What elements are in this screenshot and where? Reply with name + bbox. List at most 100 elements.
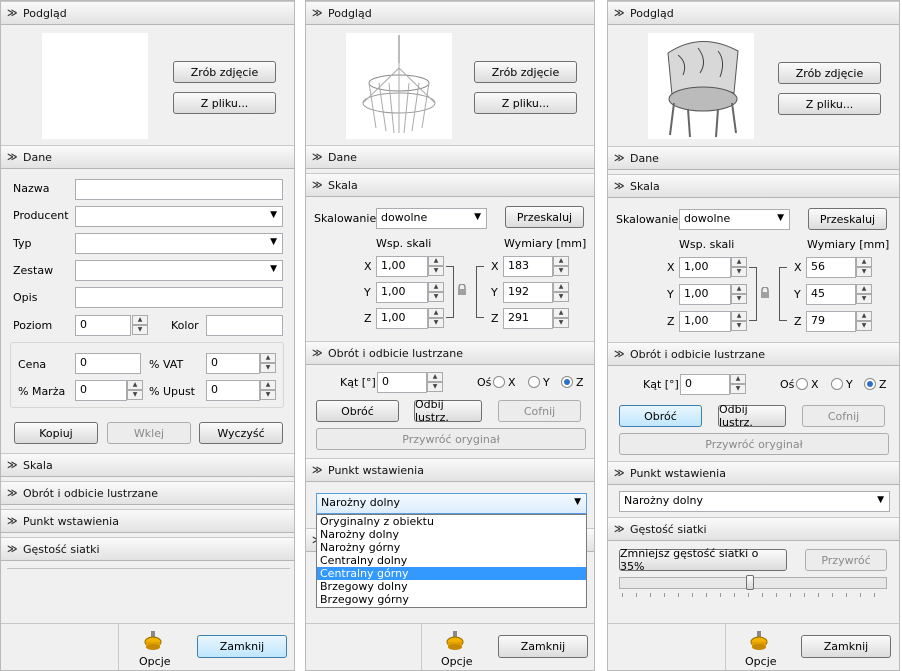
arrow-down-icon[interactable]: ▼ xyxy=(731,267,747,277)
undo-button[interactable]: Cofnij xyxy=(802,405,885,427)
dim-y-spinner[interactable]: ▲ ▼ xyxy=(553,282,569,303)
arrow-up-icon[interactable]: ▲ xyxy=(553,282,569,292)
lock-icon[interactable] xyxy=(760,286,770,299)
margin-input[interactable]: 0 xyxy=(75,380,127,401)
undo-button[interactable]: Cofnij xyxy=(498,400,581,422)
dim-y-spinner[interactable]: ▲ ▼ xyxy=(856,284,872,305)
section-data-header[interactable]: ≫ Dane xyxy=(306,145,594,169)
dim-x-spinner[interactable]: ▲ ▼ xyxy=(856,257,872,278)
set-select[interactable]: ▼ xyxy=(75,260,283,281)
arrow-up-icon[interactable]: ▲ xyxy=(260,353,276,363)
close-button[interactable]: Zamknij xyxy=(498,635,588,658)
scaling-select[interactable]: dowolne ▼ xyxy=(679,209,790,230)
margin-spinner[interactable]: ▲ ▼ xyxy=(127,380,143,401)
restore-density-button[interactable]: Przywróć xyxy=(805,549,887,571)
section-mesh-header[interactable]: ≫ Gęstość siatki xyxy=(1,537,294,561)
discount-spinner[interactable]: ▲ ▼ xyxy=(260,380,276,401)
radio-icon[interactable] xyxy=(831,378,843,390)
rescale-button[interactable]: Przeskaluj xyxy=(808,208,887,230)
name-input[interactable] xyxy=(75,179,283,200)
close-button[interactable]: Zamknij xyxy=(801,635,891,658)
arrow-up-icon[interactable]: ▲ xyxy=(428,282,444,292)
description-input[interactable] xyxy=(75,287,283,308)
arrow-up-icon[interactable]: ▲ xyxy=(127,380,143,390)
mirror-button[interactable]: Odbij lustrz. xyxy=(718,403,786,429)
dim-z-input[interactable]: 79 xyxy=(806,311,856,332)
restore-original-button[interactable]: Przywróć oryginał xyxy=(619,433,889,455)
options-label[interactable]: Opcje xyxy=(441,655,473,668)
rotate-button[interactable]: Obróć xyxy=(619,405,702,427)
level-spinner[interactable]: ▲ ▼ xyxy=(132,315,148,336)
insertion-select[interactable]: Narożny dolny ▼ xyxy=(619,491,890,512)
dim-z-spinner[interactable]: ▲ ▼ xyxy=(856,311,872,332)
arrow-down-icon[interactable]: ▼ xyxy=(856,267,872,277)
discount-input[interactable]: 0 xyxy=(206,380,260,401)
dropdown-option-selected[interactable]: Centralny górny xyxy=(317,567,586,580)
mirror-button[interactable]: Odbij lustrz. xyxy=(414,398,482,424)
arrow-down-icon[interactable]: ▼ xyxy=(428,266,444,276)
arrow-up-icon[interactable]: ▲ xyxy=(856,257,872,267)
section-rotate-header[interactable]: ≫ Obrót i odbicie lustrzane xyxy=(608,342,899,366)
vat-spinner[interactable]: ▲ ▼ xyxy=(260,353,276,374)
level-input[interactable]: 0 xyxy=(75,315,131,336)
radio-selected-icon[interactable] xyxy=(561,376,573,388)
vat-input[interactable]: 0 xyxy=(206,353,260,374)
radio-icon[interactable] xyxy=(796,378,808,390)
radio-icon[interactable] xyxy=(493,376,505,388)
angle-input[interactable]: 0 xyxy=(377,372,427,393)
section-scale-header[interactable]: ≫ Skala xyxy=(608,174,899,198)
clear-button[interactable]: Wyczyść xyxy=(199,422,283,444)
lock-icon[interactable] xyxy=(457,283,467,296)
axis-y-radio[interactable]: Y xyxy=(528,376,550,389)
arrow-down-icon[interactable]: ▼ xyxy=(856,321,872,331)
scale-x-input[interactable]: 1,00 xyxy=(376,256,428,277)
take-photo-button[interactable]: Zrób zdjęcie xyxy=(173,61,276,83)
axis-x-radio[interactable]: X xyxy=(493,376,516,389)
scaling-select[interactable]: dowolne ▼ xyxy=(376,208,487,229)
options-label[interactable]: Opcje xyxy=(139,655,171,668)
angle-spinner[interactable]: ▲ ▼ xyxy=(427,372,443,393)
dim-x-spinner[interactable]: ▲ ▼ xyxy=(553,256,569,277)
arrow-up-icon[interactable]: ▲ xyxy=(856,311,872,321)
arrow-up-icon[interactable]: ▲ xyxy=(553,256,569,266)
take-photo-button[interactable]: Zrób zdjęcie xyxy=(778,62,881,84)
arrow-up-icon[interactable]: ▲ xyxy=(428,308,444,318)
rotate-button[interactable]: Obróć xyxy=(316,400,399,422)
price-input[interactable]: 0 xyxy=(75,353,141,374)
scale-z-spinner[interactable]: ▲ ▼ xyxy=(731,311,747,332)
arrow-down-icon[interactable]: ▼ xyxy=(553,266,569,276)
insertion-select[interactable]: Narożny dolny ▼ xyxy=(316,493,587,514)
insertion-dropdown-list[interactable]: Oryginalny z obiektu Narożny dolny Naroż… xyxy=(316,514,587,608)
angle-input[interactable]: 0 xyxy=(680,374,730,395)
section-mesh-header[interactable]: ≫ Gęstość siatki xyxy=(608,517,899,541)
arrow-up-icon[interactable]: ▲ xyxy=(731,284,747,294)
arrow-down-icon[interactable]: ▼ xyxy=(730,384,746,394)
color-input[interactable] xyxy=(206,315,283,336)
section-insertion-header[interactable]: ≫ Punkt wstawienia xyxy=(1,509,294,533)
axis-y-radio[interactable]: Y xyxy=(831,378,853,391)
arrow-down-icon[interactable]: ▼ xyxy=(553,292,569,302)
arrow-down-icon[interactable]: ▼ xyxy=(260,390,276,400)
close-button[interactable]: Zamknij xyxy=(197,635,287,658)
arrow-down-icon[interactable]: ▼ xyxy=(731,294,747,304)
section-scale-header[interactable]: ≫ Skala xyxy=(1,453,294,477)
dropdown-option[interactable]: Oryginalny z obiektu xyxy=(317,515,586,528)
radio-icon[interactable] xyxy=(528,376,540,388)
section-rotate-header[interactable]: ≫ Obrót i odbicie lustrzane xyxy=(306,341,594,365)
arrow-down-icon[interactable]: ▼ xyxy=(553,318,569,328)
restore-original-button[interactable]: Przywróć oryginał xyxy=(316,428,586,450)
arrow-down-icon[interactable]: ▼ xyxy=(428,292,444,302)
arrow-up-icon[interactable]: ▲ xyxy=(731,257,747,267)
arrow-down-icon[interactable]: ▼ xyxy=(428,318,444,328)
arrow-down-icon[interactable]: ▼ xyxy=(731,321,747,331)
dropdown-option[interactable]: Narożny górny xyxy=(317,541,586,554)
scale-x-spinner[interactable]: ▲ ▼ xyxy=(428,256,444,277)
arrow-up-icon[interactable]: ▲ xyxy=(553,308,569,318)
paste-button[interactable]: Wklej xyxy=(107,422,191,444)
axis-z-radio[interactable]: Z xyxy=(864,378,887,391)
options-plug-icon[interactable] xyxy=(142,630,164,652)
section-rotate-header[interactable]: ≫ Obrót i odbicie lustrzane xyxy=(1,481,294,505)
take-photo-button[interactable]: Zrób zdjęcie xyxy=(474,61,577,83)
from-file-button[interactable]: Z pliku... xyxy=(778,93,881,115)
scale-z-input[interactable]: 1,00 xyxy=(376,308,428,329)
